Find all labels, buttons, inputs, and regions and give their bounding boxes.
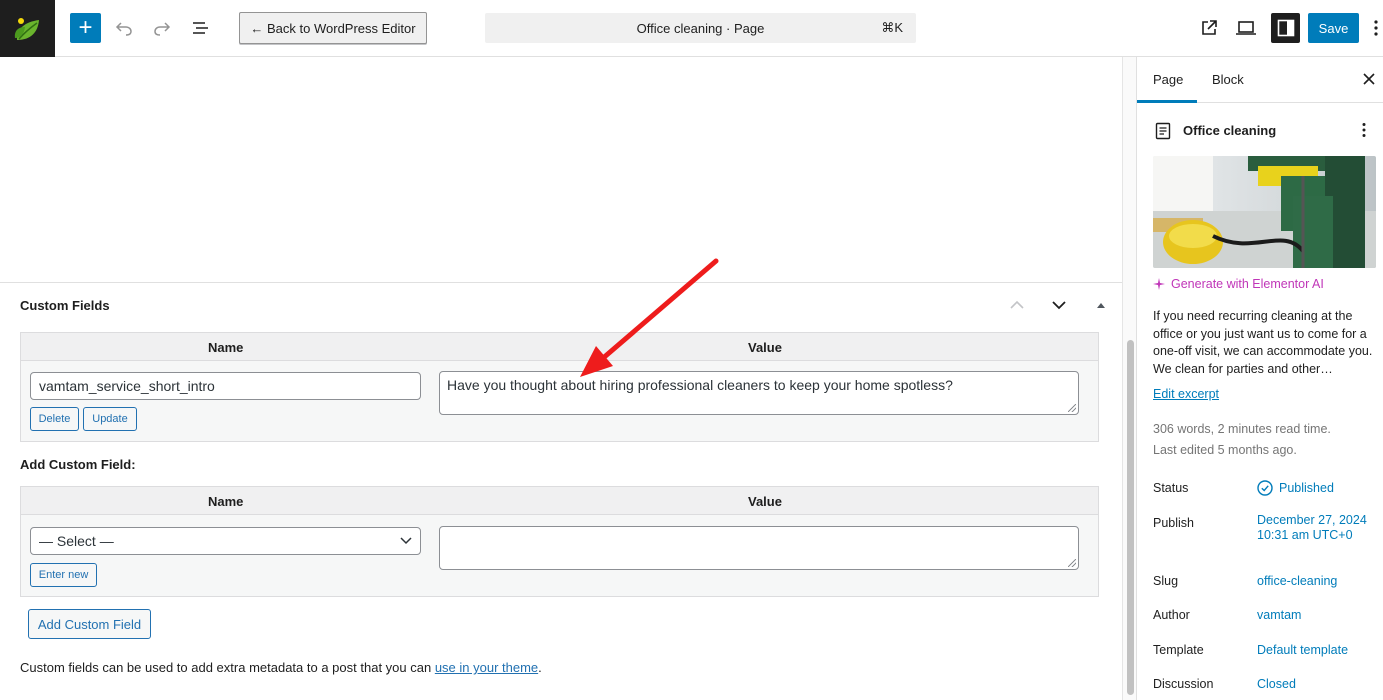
close-icon[interactable] bbox=[1361, 71, 1377, 87]
delete-field-button[interactable]: Delete bbox=[30, 407, 79, 431]
sparkle-icon bbox=[1153, 278, 1165, 290]
chevron-down-icon bbox=[400, 537, 412, 545]
custom-field-value-text: Have you thought about hiring profession… bbox=[447, 377, 953, 393]
document-summary: Office cleaning bbox=[1153, 119, 1378, 141]
settings-sidebar-toggle[interactable] bbox=[1271, 13, 1300, 43]
edit-excerpt-link[interactable]: Edit excerpt bbox=[1153, 387, 1219, 401]
add-custom-field-button[interactable]: Add Custom Field bbox=[28, 609, 151, 639]
editor-canvas[interactable] bbox=[0, 57, 1122, 283]
custom-field-key-select[interactable]: — Select — bbox=[30, 527, 421, 555]
tab-block[interactable]: Block bbox=[1212, 72, 1244, 87]
site-logo[interactable] bbox=[0, 0, 55, 57]
command-palette-bar[interactable]: Office cleaning · Page ⌘K bbox=[485, 13, 916, 43]
publish-date-value[interactable]: December 27, 2024 10:31 am UTC+0 bbox=[1257, 513, 1367, 542]
note-text: Custom fields can be used to add extra m… bbox=[20, 660, 435, 675]
add-col-name-header: Name bbox=[208, 494, 244, 509]
discussion-value[interactable]: Closed bbox=[1257, 677, 1296, 692]
featured-image-photo bbox=[1153, 156, 1376, 268]
last-edited: Last edited 5 months ago. bbox=[1153, 443, 1297, 457]
document-title: Office cleaning bbox=[1183, 123, 1277, 138]
slug-label: Slug bbox=[1153, 574, 1179, 588]
device-preview-icon[interactable] bbox=[1232, 14, 1260, 42]
col-name-header: Name bbox=[208, 340, 244, 355]
post-meta-info: 306 words, 2 minutes read time. Last edi… bbox=[1153, 419, 1331, 461]
ai-link-text: Generate with Elementor AI bbox=[1171, 277, 1324, 291]
settings-sidebar: Page Block Office cleaning Generate with… bbox=[1136, 57, 1383, 700]
status-value[interactable]: Published bbox=[1257, 480, 1334, 496]
page-icon bbox=[1155, 122, 1171, 140]
main-scrollbar[interactable] bbox=[1122, 57, 1136, 700]
back-to-wordpress-editor-button[interactable]: ← Back to WordPress Editor bbox=[239, 12, 427, 44]
undo-icon[interactable] bbox=[110, 14, 138, 42]
use-in-theme-link[interactable]: use in your theme bbox=[435, 660, 538, 675]
leaf-logo-icon bbox=[14, 17, 39, 40]
add-custom-field-table: Name Value — Select — Enter new bbox=[20, 486, 1099, 597]
more-actions-icon[interactable] bbox=[1361, 122, 1367, 138]
add-field-table-header: Name Value bbox=[21, 487, 1098, 515]
template-value[interactable]: Default template bbox=[1257, 643, 1348, 658]
sidebar-icon bbox=[1277, 19, 1294, 37]
block-inserter-button[interactable]: + bbox=[70, 13, 101, 43]
resize-grip-icon[interactable] bbox=[1068, 404, 1076, 412]
add-custom-field-heading: Add Custom Field: bbox=[20, 457, 136, 472]
col-value-header: Value bbox=[748, 340, 782, 355]
custom-fields-title: Custom Fields bbox=[20, 298, 110, 313]
editor-top-bar: + ← Back to WordPress Editor Office clea… bbox=[0, 0, 1383, 57]
custom-field-name-text: vamtam_service_short_intro bbox=[39, 378, 215, 394]
editor-main-area: Custom Fields Name Value vamtam_service_… bbox=[0, 57, 1122, 700]
enter-new-button[interactable]: Enter new bbox=[30, 563, 97, 587]
view-page-external-icon[interactable] bbox=[1195, 14, 1223, 42]
custom-field-value-textarea[interactable]: Have you thought about hiring profession… bbox=[439, 371, 1079, 415]
author-label: Author bbox=[1153, 608, 1190, 622]
custom-fields-table: Name Value vamtam_service_short_intro Ha… bbox=[20, 332, 1099, 442]
slug-value[interactable]: office-cleaning bbox=[1257, 574, 1337, 589]
sidebar-tabs: Page Block bbox=[1137, 57, 1383, 103]
author-value[interactable]: vamtam bbox=[1257, 608, 1301, 623]
move-down-icon[interactable] bbox=[1048, 296, 1070, 314]
command-bar-title: Office cleaning · Page bbox=[636, 20, 765, 36]
options-menu-icon[interactable] bbox=[1369, 14, 1383, 42]
discussion-label: Discussion bbox=[1153, 677, 1214, 691]
custom-fields-metabox-header: Custom Fields bbox=[0, 284, 1122, 326]
featured-image[interactable] bbox=[1153, 156, 1376, 268]
toggle-panel-icon[interactable] bbox=[1090, 296, 1112, 314]
excerpt-text: If you need recurring cleaning at the of… bbox=[1153, 309, 1373, 376]
custom-fields-note: Custom fields can be used to add extra m… bbox=[20, 660, 542, 675]
select-value-text: — Select — bbox=[39, 533, 114, 549]
note-suffix: . bbox=[538, 660, 542, 675]
published-check-icon bbox=[1257, 480, 1273, 496]
active-tab-indicator bbox=[1137, 100, 1197, 103]
resize-grip-icon[interactable] bbox=[1068, 559, 1076, 567]
publish-label: Publish bbox=[1153, 516, 1194, 530]
redo-icon[interactable] bbox=[148, 14, 176, 42]
new-field-value-textarea[interactable] bbox=[439, 526, 1079, 570]
add-col-value-header: Value bbox=[748, 494, 782, 509]
command-shortcut: ⌘K bbox=[881, 20, 903, 35]
save-button[interactable]: Save bbox=[1308, 13, 1359, 43]
move-up-icon[interactable] bbox=[1006, 296, 1028, 314]
custom-field-name-input[interactable]: vamtam_service_short_intro bbox=[30, 372, 421, 400]
status-value-text: Published bbox=[1279, 480, 1334, 495]
scrollbar-thumb[interactable] bbox=[1127, 340, 1134, 695]
generate-with-ai-link[interactable]: Generate with Elementor AI bbox=[1153, 277, 1324, 291]
document-overview-icon[interactable] bbox=[187, 14, 215, 42]
status-label: Status bbox=[1153, 481, 1189, 495]
tab-page[interactable]: Page bbox=[1153, 72, 1183, 87]
custom-fields-table-header: Name Value bbox=[21, 333, 1098, 361]
template-label: Template bbox=[1153, 643, 1204, 657]
word-count: 306 words, 2 minutes read time. bbox=[1153, 422, 1331, 436]
update-field-button[interactable]: Update bbox=[83, 407, 137, 431]
